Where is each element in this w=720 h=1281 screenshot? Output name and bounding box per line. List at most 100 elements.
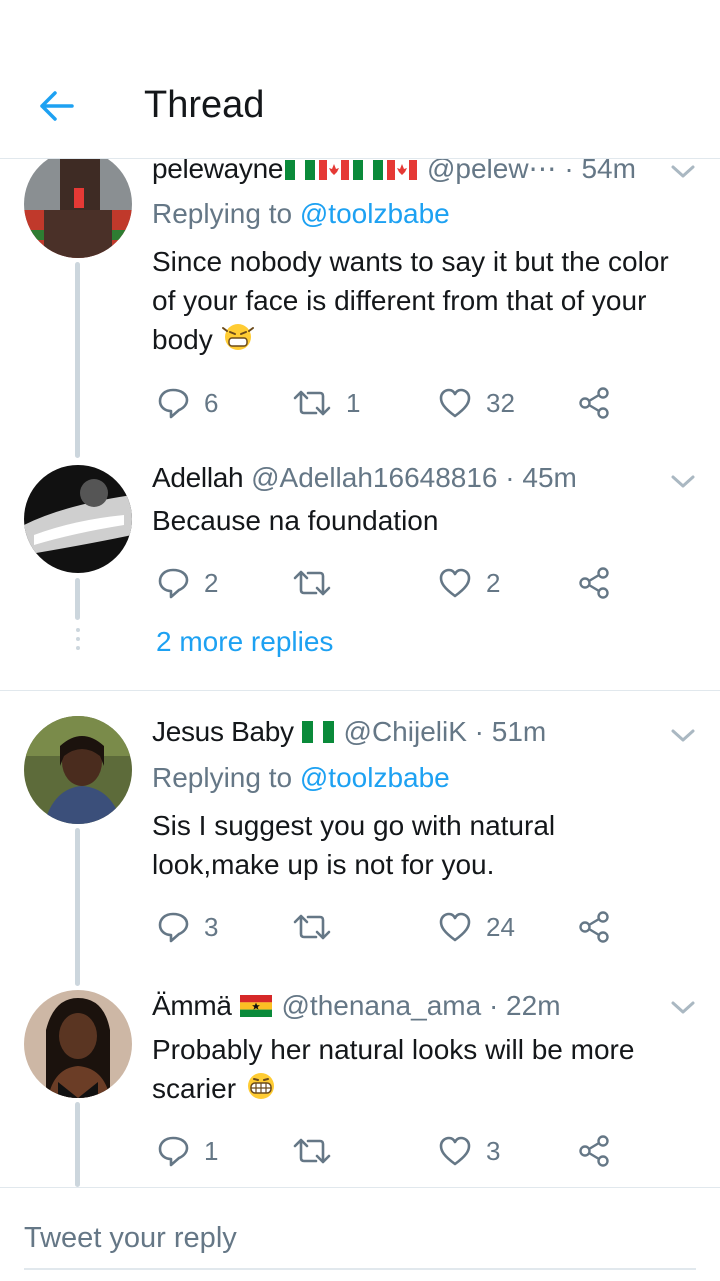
retweet-button[interactable]: 1	[292, 383, 360, 423]
reply-button[interactable]: 3	[156, 907, 218, 947]
replying-label: Replying to	[152, 198, 300, 229]
like-button[interactable]: 32	[438, 383, 515, 423]
nigeria-flag-icon	[353, 155, 384, 187]
avatar[interactable]	[24, 990, 132, 1098]
divider	[0, 690, 720, 691]
retweet-button[interactable]	[292, 907, 346, 947]
reply-button[interactable]: 1	[156, 1131, 218, 1171]
grinning-face-emoji-icon	[244, 1071, 278, 1111]
reply-icon	[158, 1136, 189, 1167]
retweet-button[interactable]	[292, 563, 346, 603]
share-icon	[579, 911, 609, 943]
share-icon	[579, 567, 609, 599]
tweet-author[interactable]: Adellah @Adellah16648816 · 45m	[152, 462, 577, 494]
like-button[interactable]: 24	[438, 907, 515, 947]
reply-icon	[158, 568, 189, 599]
handle: @thenana_ama	[281, 990, 482, 1021]
retweet-icon	[293, 390, 331, 416]
like-count: 2	[486, 567, 501, 598]
share-button[interactable]	[578, 907, 610, 947]
share-icon	[579, 1135, 609, 1167]
retweet-icon	[293, 570, 331, 596]
retweet-icon	[293, 914, 331, 940]
chevron-down-icon	[671, 729, 695, 742]
share-button[interactable]	[578, 383, 610, 423]
retweet-count: 1	[346, 387, 361, 418]
replying-to: Replying to @toolzbabe	[152, 762, 450, 794]
like-icon	[439, 912, 471, 942]
reply-input[interactable]	[24, 1208, 696, 1270]
reply-icon	[158, 912, 189, 943]
thread-line	[75, 828, 80, 986]
ghana-flag-icon	[239, 992, 272, 1024]
like-icon	[439, 568, 471, 598]
share-button[interactable]	[578, 563, 610, 603]
tweet-text-content: Probably her natural looks will be more …	[152, 1034, 635, 1104]
back-arrow-icon	[40, 91, 74, 121]
share-button[interactable]	[578, 1131, 610, 1171]
thread-line	[75, 262, 80, 458]
like-count: 3	[486, 1135, 501, 1166]
canada-flag-icon	[387, 155, 418, 187]
like-icon	[439, 1136, 471, 1166]
like-button[interactable]: 3	[438, 1131, 500, 1171]
reply-count: 3	[204, 911, 219, 942]
reply-count: 1	[204, 1135, 219, 1166]
like-count: 32	[486, 387, 515, 418]
tweet-author[interactable]: Ämmä @thenana_ama · 22m	[152, 990, 561, 1024]
reply-composer	[0, 1187, 720, 1281]
chevron-down-icon	[671, 1001, 695, 1014]
handle: @Adellah16648816	[251, 462, 498, 493]
mention-link[interactable]: @toolzbabe	[300, 198, 450, 229]
retweet-icon	[293, 1138, 331, 1164]
timestamp: · 45m	[497, 462, 577, 493]
tweet-text: Sis I suggest you go with natural look,m…	[152, 806, 592, 884]
tweet-text-content: Because na foundation	[152, 505, 439, 536]
tweet-author[interactable]: Jesus Baby @ChijeliK · 51m	[152, 716, 546, 750]
top-bar: Thread	[0, 0, 720, 159]
tweet-actions: 1 3	[152, 1131, 692, 1171]
tweet-menu-button[interactable]	[668, 472, 698, 492]
thread-line	[75, 578, 80, 620]
retweet-button[interactable]	[292, 1131, 346, 1171]
canada-flag-icon	[319, 155, 350, 187]
tweet-menu-button[interactable]	[668, 726, 698, 746]
reply-button[interactable]: 6	[156, 383, 218, 423]
replying-to: Replying to @toolzbabe	[152, 198, 450, 230]
reply-count: 2	[204, 567, 219, 598]
tweet-menu-button[interactable]	[668, 162, 698, 182]
mention-link[interactable]: @toolzbabe	[300, 762, 450, 793]
page-title: Thread	[144, 84, 265, 126]
more-replies-link[interactable]: 2 more replies	[156, 626, 333, 658]
tweet-menu-button[interactable]	[668, 998, 698, 1018]
nigeria-flag-icon	[301, 718, 334, 750]
avatar[interactable]	[24, 465, 132, 573]
back-button[interactable]	[26, 78, 86, 134]
reply-count: 6	[204, 387, 219, 418]
display-name: Jesus Baby	[152, 716, 294, 747]
like-count: 24	[486, 911, 515, 942]
thread-dots	[74, 628, 82, 655]
tweet-actions: 3 24	[152, 907, 692, 947]
thread-line	[75, 1102, 80, 1187]
reply-icon	[158, 388, 189, 419]
timestamp: · 22m	[481, 990, 561, 1021]
avatar[interactable]	[24, 716, 132, 824]
like-icon	[439, 388, 471, 418]
share-icon	[579, 387, 609, 419]
handle: @ChijeliK	[343, 716, 467, 747]
tweet-text: Because na foundation	[152, 501, 692, 540]
tweet-text-content: Sis I suggest you go with natural look,m…	[152, 810, 556, 880]
tweet-actions: 6 1 32	[152, 383, 692, 423]
display-name: Ämmä	[152, 990, 232, 1021]
like-button[interactable]: 2	[438, 563, 500, 603]
tweet-text: Probably her natural looks will be more …	[152, 1030, 682, 1111]
reply-button[interactable]: 2	[156, 563, 218, 603]
angry-face-emoji-icon	[221, 322, 255, 362]
avatar[interactable]	[24, 150, 132, 258]
chevron-down-icon	[671, 165, 695, 178]
tweet-text: Since nobody wants to say it but the col…	[152, 242, 692, 362]
replying-label: Replying to	[152, 762, 300, 793]
chevron-down-icon	[671, 475, 695, 488]
timestamp: · 51m	[466, 716, 547, 747]
